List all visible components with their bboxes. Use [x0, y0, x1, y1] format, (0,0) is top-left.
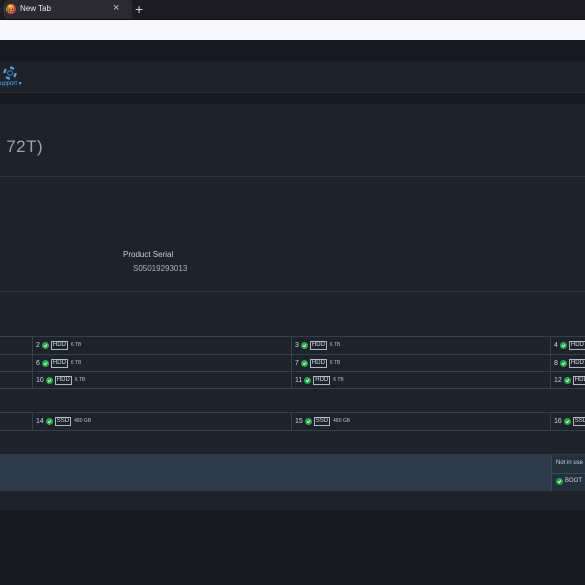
- ok-check-icon: [556, 478, 563, 485]
- drive-slot[interactable]: 7 HDD 6 TB: [295, 354, 340, 372]
- slot-number: 7: [295, 359, 299, 367]
- ok-check-icon: [304, 417, 312, 425]
- drive-slot[interactable]: 10 HDD 6 TB: [36, 371, 85, 389]
- page-footer-area: [0, 510, 585, 585]
- app-top-strip: [0, 41, 585, 61]
- product-serial-value: S05019293013: [133, 264, 188, 273]
- slot-number: 2: [36, 341, 40, 349]
- divider: [0, 291, 585, 292]
- ok-check-icon: [45, 417, 53, 425]
- drive-type-badge: HDD: [568, 340, 585, 350]
- drive-type-badge: HDD: [54, 375, 72, 385]
- ok-check-icon: [41, 341, 49, 349]
- drive-capacity: 480 GB: [74, 418, 92, 424]
- ok-check-icon: [563, 376, 571, 384]
- drive-slot[interactable]: 6 HDD 6 TB: [36, 354, 81, 372]
- ok-check-icon: [45, 376, 53, 384]
- ok-check-icon: [41, 359, 49, 367]
- drive-type-badge: HDD: [309, 340, 327, 350]
- drive-slot[interactable]: 3 HDD 6 TB: [295, 336, 340, 354]
- boot-label: BOOT: [565, 478, 583, 484]
- ok-check-icon: [559, 341, 567, 349]
- drive-type-badge: HDD: [572, 375, 585, 385]
- ok-check-icon: [300, 341, 308, 349]
- drive-capacity: 6 TB: [329, 342, 341, 348]
- grid-line: [550, 412, 551, 430]
- grid-line: [0, 388, 585, 389]
- slot-number: 12: [554, 376, 562, 384]
- drive-type-badge: SSD: [54, 416, 72, 426]
- url-text[interactable]: ode/1: [0, 5, 20, 14]
- drive-slot[interactable]: 12 HDD: [554, 371, 585, 389]
- drive-slot[interactable]: 4 HDD: [554, 336, 585, 354]
- ok-check-icon: [563, 417, 571, 425]
- support-lifebuoy-icon[interactable]: [3, 66, 17, 80]
- drive-slot[interactable]: 2 HDD 6 TB: [36, 336, 81, 354]
- drive-capacity: 6 TB: [70, 342, 82, 348]
- boot-drive-bar: [0, 454, 585, 491]
- main-panel: [0, 104, 585, 510]
- drive-slot[interactable]: 11 HDD 6 TB: [295, 371, 344, 389]
- drive-type-badge: HDD: [309, 358, 327, 368]
- drive-slot[interactable]: 14 SSD 480 GB: [36, 412, 91, 430]
- drive-capacity: 6 TB: [329, 360, 341, 366]
- grid-line: [0, 354, 585, 355]
- drive-slot[interactable]: 16 SSD: [554, 412, 585, 430]
- grid-line: [0, 336, 585, 337]
- drive-type-badge: HDD: [50, 340, 68, 350]
- slot-number: 15: [295, 417, 303, 425]
- new-tab-button[interactable]: +: [135, 0, 143, 18]
- grid-line: [32, 336, 33, 388]
- divider: [0, 176, 585, 177]
- drive-type-badge: HDD: [50, 358, 68, 368]
- tab-close-icon[interactable]: ×: [113, 2, 119, 14]
- not-in-use-label: Not in use: [556, 460, 584, 466]
- grid-line: [0, 430, 585, 431]
- drive-capacity: 480 GB: [333, 418, 351, 424]
- page-band: [0, 93, 585, 104]
- drive-capacity: 6 TB: [74, 377, 86, 383]
- grid-line: [550, 336, 551, 388]
- app-header: [0, 62, 585, 93]
- slot-number: 6: [36, 359, 40, 367]
- grid-line: [32, 412, 33, 430]
- slot-number: 11: [295, 376, 303, 384]
- drive-slot[interactable]: 8 HDD: [554, 354, 585, 372]
- grid-line: [291, 336, 292, 388]
- grid-line: [0, 371, 585, 372]
- ok-check-icon: [559, 359, 567, 367]
- slot-number: 4: [554, 341, 558, 349]
- page-title: s 72T): [0, 137, 44, 156]
- drive-capacity: 6 TB: [333, 377, 344, 383]
- drive-type-badge: SSD: [313, 416, 331, 426]
- drive-type-badge: HDD: [313, 375, 331, 385]
- support-menu[interactable]: upport ▾: [0, 80, 22, 87]
- ok-check-icon: [304, 376, 312, 384]
- drive-type-badge: SSD: [572, 416, 585, 426]
- slot-number: 10: [36, 376, 44, 384]
- address-bar[interactable]: [0, 20, 585, 40]
- slot-number: 8: [554, 359, 558, 367]
- ok-check-icon: [300, 359, 308, 367]
- grid-line: [291, 412, 292, 430]
- slot-number: 16: [554, 417, 562, 425]
- drive-slot[interactable]: 15 SSD 480 GB: [295, 412, 350, 430]
- slot-number: 14: [36, 417, 44, 425]
- drive-capacity: 6 TB: [70, 360, 82, 366]
- slot-number: 3: [295, 341, 299, 349]
- product-serial-label: Product Serial: [123, 250, 174, 259]
- drive-type-badge: HDD: [568, 358, 585, 368]
- tab-title: New Tab: [20, 4, 51, 13]
